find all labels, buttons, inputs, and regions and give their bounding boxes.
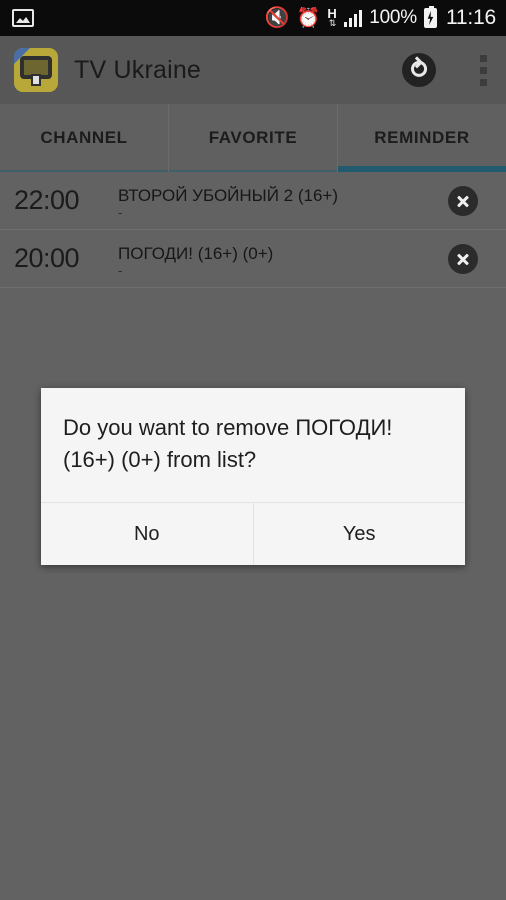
reminder-texts: ПОГОДИ! (16+) (0+) - (118, 230, 448, 287)
reminder-subtitle: - (118, 262, 123, 278)
app-title: TV Ukraine (74, 55, 202, 84)
tab-favorite-label: FAVORITE (208, 128, 298, 147)
reminder-time: 20:00 (14, 243, 80, 273)
yes-button[interactable]: Yes (252, 503, 465, 565)
mute-icon: 🔇 (264, 7, 290, 29)
battery-percent: 100% (369, 7, 417, 28)
close-circle-icon[interactable] (448, 243, 478, 274)
table-row[interactable]: 20:00 ПОГОДИ! (16+) (0+) - (0, 230, 506, 288)
tab-reminder-label: REMINDER (374, 128, 470, 147)
dialog-message: Do you want to remove ПОГОДИ! (16+) (0+)… (63, 415, 393, 472)
reminder-subtitle: - (118, 204, 123, 220)
reminder-time: 22:00 (14, 185, 80, 215)
reminder-title: ВТОРОЙ УБОЙНЫЙ 2 (16+) (118, 185, 338, 205)
status-bar-clock: 11:16 (446, 6, 496, 29)
alarm-icon: ⏰ (296, 7, 321, 29)
tv-ukraine-logo-icon (14, 48, 58, 92)
app-bar: TV Ukraine ⥁ (0, 36, 506, 104)
status-bar-left (12, 9, 265, 27)
tab-channel[interactable]: CHANNEL (0, 104, 168, 172)
tab-bar: CHANNEL FAVORITE REMINDER (0, 104, 506, 172)
status-bar: 🔇 ⏰ H ⇅ 100% 11:16 (0, 0, 506, 36)
remove-confirmation-dialog: Do you want to remove ПОГОДИ! (16+) (0+)… (41, 388, 465, 565)
h-data-icon: H ⇅ (327, 6, 337, 28)
tab-favorite[interactable]: FAVORITE (168, 104, 337, 172)
reminder-texts: ВТОРОЙ УБОЙНЫЙ 2 (16+) - (118, 172, 448, 229)
refresh-icon[interactable]: ⥁ (402, 53, 436, 87)
status-bar-right: 🔇 ⏰ H ⇅ 100% 11:16 (265, 6, 496, 30)
tab-reminder[interactable]: REMINDER (337, 104, 506, 172)
close-circle-icon[interactable] (448, 185, 478, 216)
overflow-menu-icon[interactable] (480, 54, 488, 86)
signal-icon (343, 9, 363, 27)
gallery-icon (12, 9, 34, 27)
no-button[interactable]: No (41, 503, 253, 565)
battery-charging-icon (424, 6, 437, 28)
table-row[interactable]: 22:00 ВТОРОЙ УБОЙНЫЙ 2 (16+) - (0, 172, 506, 230)
reminder-title: ПОГОДИ! (16+) (0+) (118, 243, 274, 263)
dialog-actions: No Yes (41, 502, 465, 565)
tab-channel-label: CHANNEL (40, 128, 128, 147)
phone-screen: 🔇 ⏰ H⇅ 100% 11:16 TV Ukraine ⥁ CHANNEL (0, 0, 506, 900)
